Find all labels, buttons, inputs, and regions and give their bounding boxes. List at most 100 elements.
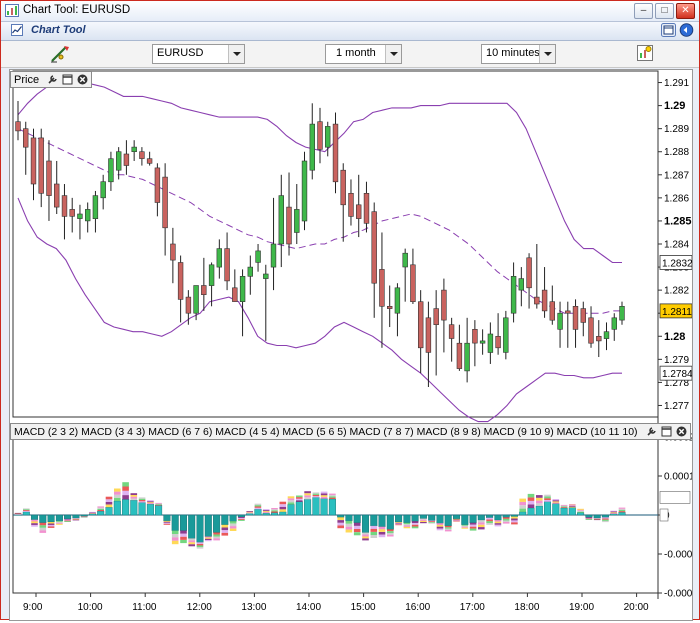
macd-stack-segment bbox=[213, 538, 220, 541]
close-button[interactable]: ✕ bbox=[676, 3, 695, 19]
macd-stack-segment bbox=[411, 524, 419, 527]
macd-stack-segment bbox=[105, 499, 113, 502]
macd-stack-segment bbox=[577, 509, 584, 511]
chart-canvas[interactable]: 1.291 1.29 1.289 1.288 1.287 1.286 1.285 1.284 1… bbox=[10, 70, 698, 620]
macd-bar bbox=[618, 512, 626, 516]
candle-body bbox=[170, 243, 176, 261]
macd-stack-segment bbox=[147, 502, 154, 504]
macd-stack-segment bbox=[287, 500, 295, 503]
candle-body bbox=[510, 276, 517, 314]
macd-bar bbox=[146, 503, 154, 516]
add-indicator-icon[interactable] bbox=[637, 45, 653, 61]
macd-bar bbox=[568, 507, 576, 516]
macd-stack-segment bbox=[370, 525, 378, 529]
candle-body bbox=[123, 153, 130, 166]
macd-stack-segment bbox=[370, 528, 378, 532]
macd-stack-segment bbox=[329, 493, 336, 495]
macd-stack-segment bbox=[196, 545, 204, 547]
candle-body bbox=[355, 204, 362, 219]
macd-stack-segment bbox=[196, 547, 204, 549]
macd-bar bbox=[510, 514, 518, 517]
macd-stack-segment bbox=[64, 519, 71, 521]
candle-body bbox=[193, 285, 199, 314]
macd-stack-segment bbox=[246, 511, 253, 512]
macd-stack-segment bbox=[213, 536, 220, 539]
macd-stack-segment bbox=[138, 501, 146, 503]
macd-stack-segment bbox=[312, 493, 320, 495]
macd-stack-segment bbox=[213, 534, 220, 537]
minimize-button[interactable]: – bbox=[634, 3, 653, 19]
candle-body bbox=[278, 195, 284, 245]
macd-stack-segment bbox=[180, 530, 187, 534]
macd-bar bbox=[55, 514, 63, 522]
wrench-icon[interactable] bbox=[646, 426, 657, 437]
help-icon[interactable] bbox=[679, 23, 694, 37]
candle-body bbox=[317, 121, 323, 150]
price-y-tick-label: 1.291 bbox=[664, 78, 689, 89]
candle-body bbox=[208, 264, 215, 286]
macd-y-tick-label: -0.0001 bbox=[664, 550, 692, 561]
macd-stack-segment bbox=[171, 537, 179, 541]
maximize-panel-icon[interactable] bbox=[62, 74, 73, 85]
macd-stack-segment bbox=[114, 488, 121, 492]
maximize-panel-icon[interactable] bbox=[661, 426, 672, 437]
candle-body bbox=[185, 296, 192, 314]
macd-stack-segment bbox=[527, 497, 535, 501]
macd-stack-segment bbox=[436, 526, 444, 529]
macd-bar bbox=[213, 514, 221, 533]
macd-stack-segment bbox=[279, 504, 287, 507]
chevron-down-icon[interactable] bbox=[385, 45, 401, 63]
macd-stack-segment bbox=[304, 495, 311, 498]
macd-stack-segment bbox=[469, 528, 477, 531]
close-panel-icon[interactable] bbox=[77, 74, 88, 85]
macd-bar bbox=[138, 502, 146, 516]
close-panel-icon[interactable] bbox=[676, 426, 687, 437]
candle-body bbox=[69, 209, 75, 217]
macd-stack-segment bbox=[395, 524, 402, 526]
macd-stack-segment bbox=[453, 520, 460, 522]
macd-bar bbox=[105, 507, 113, 516]
x-tick-label: 18:00 bbox=[514, 602, 539, 613]
candle-body bbox=[371, 211, 377, 284]
candle-body bbox=[448, 324, 455, 339]
macd-stack-segment bbox=[428, 520, 435, 522]
macd-stack-segment bbox=[229, 526, 237, 529]
candle-body bbox=[572, 306, 579, 330]
macd-stack-segment bbox=[138, 497, 146, 499]
wrench-icon[interactable] bbox=[47, 74, 58, 85]
macd-stack-segment bbox=[163, 522, 171, 524]
macd-stack-segment bbox=[31, 521, 38, 524]
candle-body bbox=[479, 340, 486, 344]
macd-y-tick-label: -0.0002 bbox=[664, 589, 692, 600]
macd-stack-segment bbox=[536, 503, 543, 506]
x-tick-label: 17:00 bbox=[460, 602, 485, 613]
macd-stack-segment bbox=[569, 504, 576, 506]
chart-area[interactable]: 1.291 1.29 1.289 1.288 1.287 1.286 1.285 1.284 1… bbox=[9, 69, 698, 621]
macd-stack-segment bbox=[114, 494, 121, 498]
subtitle-label: Chart Tool bbox=[31, 24, 86, 36]
macd-bar bbox=[163, 514, 171, 522]
macd-stack-segment bbox=[478, 524, 485, 528]
period-select[interactable]: 1 month bbox=[325, 44, 402, 64]
macd-stack-segment bbox=[378, 534, 386, 538]
macd-stack-segment bbox=[155, 502, 162, 504]
chevron-down-icon[interactable] bbox=[228, 45, 244, 63]
price-panel-tab: Price bbox=[10, 71, 93, 88]
chevron-down-icon[interactable] bbox=[539, 45, 555, 63]
settings-icon[interactable] bbox=[661, 23, 676, 37]
macd-stack-segment bbox=[387, 534, 394, 537]
macd-stack-segment bbox=[97, 507, 104, 509]
macd-stack-segment bbox=[64, 518, 71, 520]
candle-body bbox=[394, 287, 401, 314]
interval-select[interactable]: 10 minutes bbox=[481, 44, 556, 64]
macd-bar bbox=[155, 505, 163, 516]
drawing-tool-icon[interactable] bbox=[49, 44, 71, 64]
macd-stack-segment bbox=[271, 509, 278, 511]
macd-stack-segment bbox=[403, 526, 411, 529]
macd-value-box bbox=[659, 508, 669, 522]
macd-stack-segment bbox=[262, 511, 270, 513]
macd-stack-segment bbox=[610, 513, 617, 514]
macd-stack-segment bbox=[395, 522, 402, 524]
maximize-button[interactable]: □ bbox=[655, 3, 674, 19]
symbol-select[interactable]: EURUSD bbox=[152, 44, 245, 64]
